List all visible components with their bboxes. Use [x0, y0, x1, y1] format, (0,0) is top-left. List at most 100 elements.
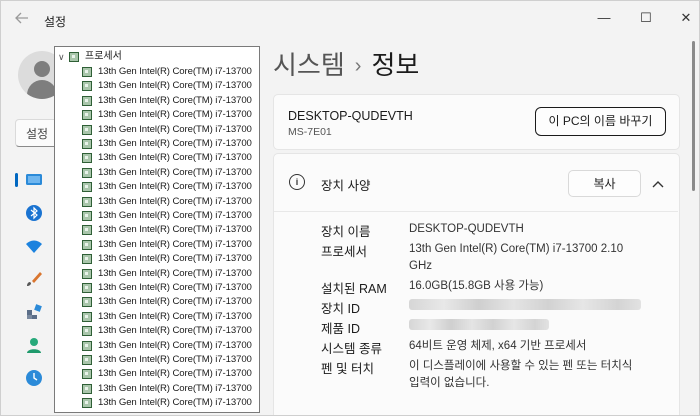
maximize-icon: ☐: [640, 10, 652, 25]
tree-item-label: 13th Gen Intel(R) Core(TM) i7-13700: [98, 238, 252, 250]
processor-chip-icon: [82, 167, 92, 178]
processor-chip-icon: [82, 81, 92, 92]
processor-chip-icon: [82, 254, 92, 265]
processor-chip-icon: [82, 182, 92, 193]
tree-item-label: 13th Gen Intel(R) Core(TM) i7-13700: [98, 224, 252, 236]
breadcrumb-separator-icon: ›: [354, 55, 362, 77]
tree-item-label: 13th Gen Intel(R) Core(TM) i7-13700: [98, 94, 252, 106]
title-bar: 설정 — ☐ ✕: [1, 1, 699, 39]
minimize-button[interactable]: —: [581, 7, 627, 29]
nav-active-indicator: [15, 173, 18, 187]
nav-item-accounts[interactable]: [21, 332, 47, 358]
page-title: 시스템 › 정보: [273, 45, 419, 82]
nav-item-system[interactable]: [21, 167, 47, 193]
chevron-down-icon[interactable]: ∨: [58, 49, 65, 65]
tree-item-label: 13th Gen Intel(R) Core(TM) i7-13700: [98, 325, 252, 337]
processor-chip-icon: [82, 67, 92, 77]
tree-item-label: 13th Gen Intel(R) Core(TM) i7-13700: [98, 123, 252, 135]
tree-item-label: 13th Gen Intel(R) Core(TM) i7-13700: [98, 66, 252, 77]
device-name: DESKTOP-QUDEVTH: [288, 109, 413, 123]
close-button[interactable]: ✕: [663, 7, 699, 29]
bluetooth-icon: [26, 205, 42, 221]
scrollbar[interactable]: [692, 41, 695, 191]
specs-divider: [274, 211, 678, 212]
spec-label-ram: 설치된 RAM: [321, 282, 387, 296]
processor-chip-icon: [82, 124, 92, 135]
wifi-icon: [26, 240, 42, 253]
processor-chip-icon: [82, 398, 92, 409]
tree-item-label: 13th Gen Intel(R) Core(TM) i7-13700: [98, 109, 252, 121]
tree-item-label: 13th Gen Intel(R) Core(TM) i7-13700: [98, 368, 252, 380]
processor-chip-icon: [82, 95, 92, 106]
processor-chip-icon: [82, 239, 92, 250]
avatar-body-icon: [27, 80, 57, 99]
tree-item-label: 13th Gen Intel(R) Core(TM) i7-13700: [98, 296, 252, 308]
processor-chip-icon: [69, 52, 79, 62]
processor-chip-icon: [82, 211, 92, 221]
nav-item-apps[interactable]: [21, 299, 47, 325]
tree-item-label: 13th Gen Intel(R) Core(TM) i7-13700: [98, 310, 252, 322]
processor-chip-icon: [82, 196, 92, 207]
processor-chip-icon: [82, 297, 92, 308]
tree-item-label: 13th Gen Intel(R) Core(TM) i7-13700: [98, 382, 252, 394]
processor-chip-icon: [82, 110, 92, 121]
minimize-icon: —: [597, 10, 611, 25]
processor-chip-icon: [82, 283, 92, 293]
processor-chip-icon: [82, 153, 92, 164]
spec-value-processor: 13th Gen Intel(R) Core(TM) i7-13700 2.10…: [409, 243, 624, 272]
nav-item-personalization[interactable]: [21, 266, 47, 292]
accounts-icon: [27, 338, 41, 353]
rename-pc-button[interactable]: 이 PC의 이름 바꾸기: [535, 107, 666, 136]
spec-value-pen-touch: 이 디스플레이에 사용할 수 있는 펜 또는 터치식 입력이 없습니다.: [409, 360, 633, 389]
tree-item-label: 13th Gen Intel(R) Core(TM) i7-13700: [98, 138, 252, 149]
tree-item-label: 13th Gen Intel(R) Core(TM) i7-13700: [98, 195, 252, 207]
close-icon: ✕: [680, 10, 692, 25]
processor-chip-icon: [82, 139, 92, 149]
spec-label-device-name: 장치 이름: [321, 225, 371, 239]
tree-item-label: 13th Gen Intel(R) Core(TM) i7-13700: [98, 267, 252, 279]
processor-chip-icon: [82, 225, 92, 236]
time-language-icon: [26, 370, 42, 386]
spec-value-device-name: DESKTOP-QUDEVTH: [409, 223, 524, 235]
tree-item-label: 13th Gen Intel(R) Core(TM) i7-13700: [98, 253, 252, 265]
spec-value-ram: 16.0GB(15.8GB 사용 가능): [409, 280, 544, 292]
tree-item-label: 13th Gen Intel(R) Core(TM) i7-13700: [98, 210, 252, 221]
tree-item-label: 13th Gen Intel(R) Core(TM) i7-13700: [98, 166, 252, 178]
device-id-redacted: [409, 299, 641, 310]
back-button[interactable]: [11, 11, 33, 29]
processor-chip-icon: [82, 326, 92, 337]
copy-button[interactable]: 복사: [568, 170, 641, 197]
tree-item-label: 13th Gen Intel(R) Core(TM) i7-13700: [98, 152, 252, 164]
nav-item-network[interactable]: [21, 233, 47, 259]
processor-chip-icon: [82, 369, 92, 380]
arrow-left-icon: [15, 12, 28, 24]
display-icon: [26, 174, 42, 185]
settings-window: 설정 — ☐ ✕ 설정 시스템 › 정보 DESKTOP-QUDEVTH MS-7E…: [0, 0, 700, 416]
app-title: 설정: [44, 15, 67, 29]
spec-label-device-id: 장치 ID: [321, 302, 360, 316]
processor-tree: ∨ 프로세서 13th Gen Intel(R) Core(TM) i7-137…: [54, 46, 260, 413]
spec-label-pen-touch: 펜 및 터치: [321, 362, 374, 376]
specs-title: 장치 사양: [321, 179, 371, 193]
breadcrumb-parent[interactable]: 시스템: [273, 50, 345, 80]
processor-chip-icon: [82, 340, 92, 351]
processor-chip-icon: [82, 383, 92, 394]
tree-item-label: 13th Gen Intel(R) Core(TM) i7-13700: [98, 80, 252, 92]
tree-item-label: 13th Gen Intel(R) Core(TM) i7-13700: [98, 339, 252, 351]
brush-icon: [27, 272, 42, 286]
tree-item-label: 13th Gen Intel(R) Core(TM) i7-13700: [98, 354, 252, 365]
tree-header-label: 프로세서: [85, 51, 122, 62]
avatar-head-icon: [34, 61, 50, 77]
spec-label-product-id: 제품 ID: [321, 322, 360, 336]
product-id-redacted: [409, 319, 549, 330]
nav-item-bluetooth[interactable]: [21, 200, 47, 226]
info-icon: i: [289, 174, 305, 190]
apps-icon: [27, 304, 42, 319]
tree-item-label: 13th Gen Intel(R) Core(TM) i7-13700: [98, 397, 252, 409]
chevron-up-icon[interactable]: [652, 177, 664, 191]
tree-item-label: 13th Gen Intel(R) Core(TM) i7-13700: [98, 282, 252, 293]
breadcrumb-current: 정보: [371, 50, 420, 80]
device-model: MS-7E01: [288, 126, 332, 138]
nav-item-time-language[interactable]: [21, 365, 47, 391]
spec-label-processor: 프로세서: [321, 245, 368, 259]
